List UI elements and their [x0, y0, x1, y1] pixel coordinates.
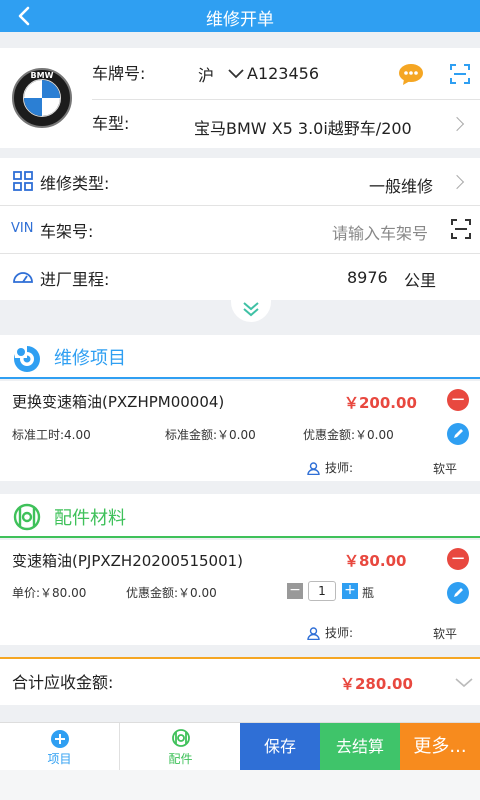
- mileage-unit: 公里: [404, 271, 437, 290]
- parts-title: 配件材料: [54, 508, 126, 529]
- model-value[interactable]: 宝马BMW X5 3.0i越野车/200: [194, 115, 412, 139]
- page-title: 维修开单: [206, 10, 274, 30]
- delete-repair-item-button[interactable]: −: [447, 389, 469, 411]
- more-button[interactable]: 更多...: [400, 723, 480, 771]
- repair-type-label: 维修类型:: [40, 174, 110, 193]
- increase-qty-button[interactable]: +: [342, 583, 358, 599]
- repair-item-name: 更换变速箱油(PXZHPM00004): [12, 393, 225, 411]
- tab-items[interactable]: 项目: [0, 723, 120, 771]
- bottom-toolbar: 项目 配件 保存 去结算 更多...: [0, 722, 480, 771]
- part-item-price: ￥80.00: [344, 552, 407, 570]
- add-project-icon: [50, 729, 70, 749]
- quantity-unit: 瓶: [362, 586, 375, 600]
- decrease-qty-button[interactable]: −: [287, 583, 303, 599]
- plate-label: 车牌号:: [92, 64, 146, 83]
- repair-icon: [12, 344, 42, 374]
- part-unit-price: 单价:￥80.00: [12, 586, 87, 600]
- chat-icon[interactable]: [398, 63, 424, 85]
- vin-label: 车架号:: [40, 222, 94, 241]
- save-button[interactable]: 保存: [240, 723, 320, 771]
- scan-icon[interactable]: [450, 64, 470, 84]
- divider: [92, 99, 480, 100]
- expand-icon[interactable]: [231, 298, 271, 322]
- edit-repair-item-button[interactable]: [447, 423, 469, 445]
- technician-icon: [307, 625, 320, 641]
- chevron-down-icon[interactable]: [226, 66, 246, 80]
- total-value: ￥280.00: [340, 675, 413, 693]
- mileage-input[interactable]: 8976: [347, 268, 388, 287]
- scan-icon[interactable]: [451, 219, 471, 239]
- system-bar: [0, 770, 480, 800]
- divider: [0, 205, 480, 206]
- tab-parts-label: 配件: [168, 752, 193, 766]
- bmw-logo: BMW: [12, 68, 72, 128]
- quantity-input[interactable]: 1: [308, 581, 336, 601]
- technician-name[interactable]: 软平: [433, 625, 457, 642]
- tire-icon: [171, 728, 191, 748]
- mileage-label: 进厂里程:: [40, 270, 110, 289]
- chevron-down-icon[interactable]: [454, 674, 474, 688]
- plate-number-input[interactable]: A123456: [247, 64, 319, 83]
- total-label: 合计应收金额:: [12, 673, 114, 692]
- grid-icon: [13, 171, 33, 191]
- part-item-name: 变速箱油(PJPXZH20200515001): [12, 552, 244, 570]
- model-label: 车型:: [92, 114, 130, 133]
- std-hours: 标准工时:4.00: [12, 428, 91, 442]
- technician-name[interactable]: 软平: [433, 460, 457, 477]
- checkout-button[interactable]: 去结算: [320, 723, 400, 771]
- vin-icon: VIN: [11, 221, 34, 236]
- tire-icon: [12, 502, 42, 532]
- plate-region-select[interactable]: 沪: [198, 62, 214, 86]
- speedometer-icon: [12, 268, 34, 284]
- repair-item-price: ￥200.00: [344, 394, 417, 412]
- divider: [0, 253, 480, 254]
- tab-parts[interactable]: 配件: [121, 723, 240, 771]
- delete-part-item-button[interactable]: −: [447, 548, 469, 570]
- app-header: 维修开单: [0, 0, 480, 32]
- edit-part-item-button[interactable]: [447, 582, 469, 604]
- std-amount: 标准金额:￥0.00: [165, 428, 256, 442]
- part-discount: 优惠金额:￥0.00: [126, 586, 217, 600]
- technician-label: 技师:: [325, 461, 354, 475]
- technician-icon: [307, 460, 320, 476]
- vin-input[interactable]: 请输入车架号: [332, 220, 428, 244]
- technician-label: 技师:: [325, 626, 354, 640]
- repair-items-title: 维修项目: [54, 348, 126, 369]
- repair-discount: 优惠金额:￥0.00: [303, 428, 394, 442]
- tab-items-label: 项目: [47, 752, 72, 766]
- repair-type-select[interactable]: 一般维修: [369, 173, 433, 197]
